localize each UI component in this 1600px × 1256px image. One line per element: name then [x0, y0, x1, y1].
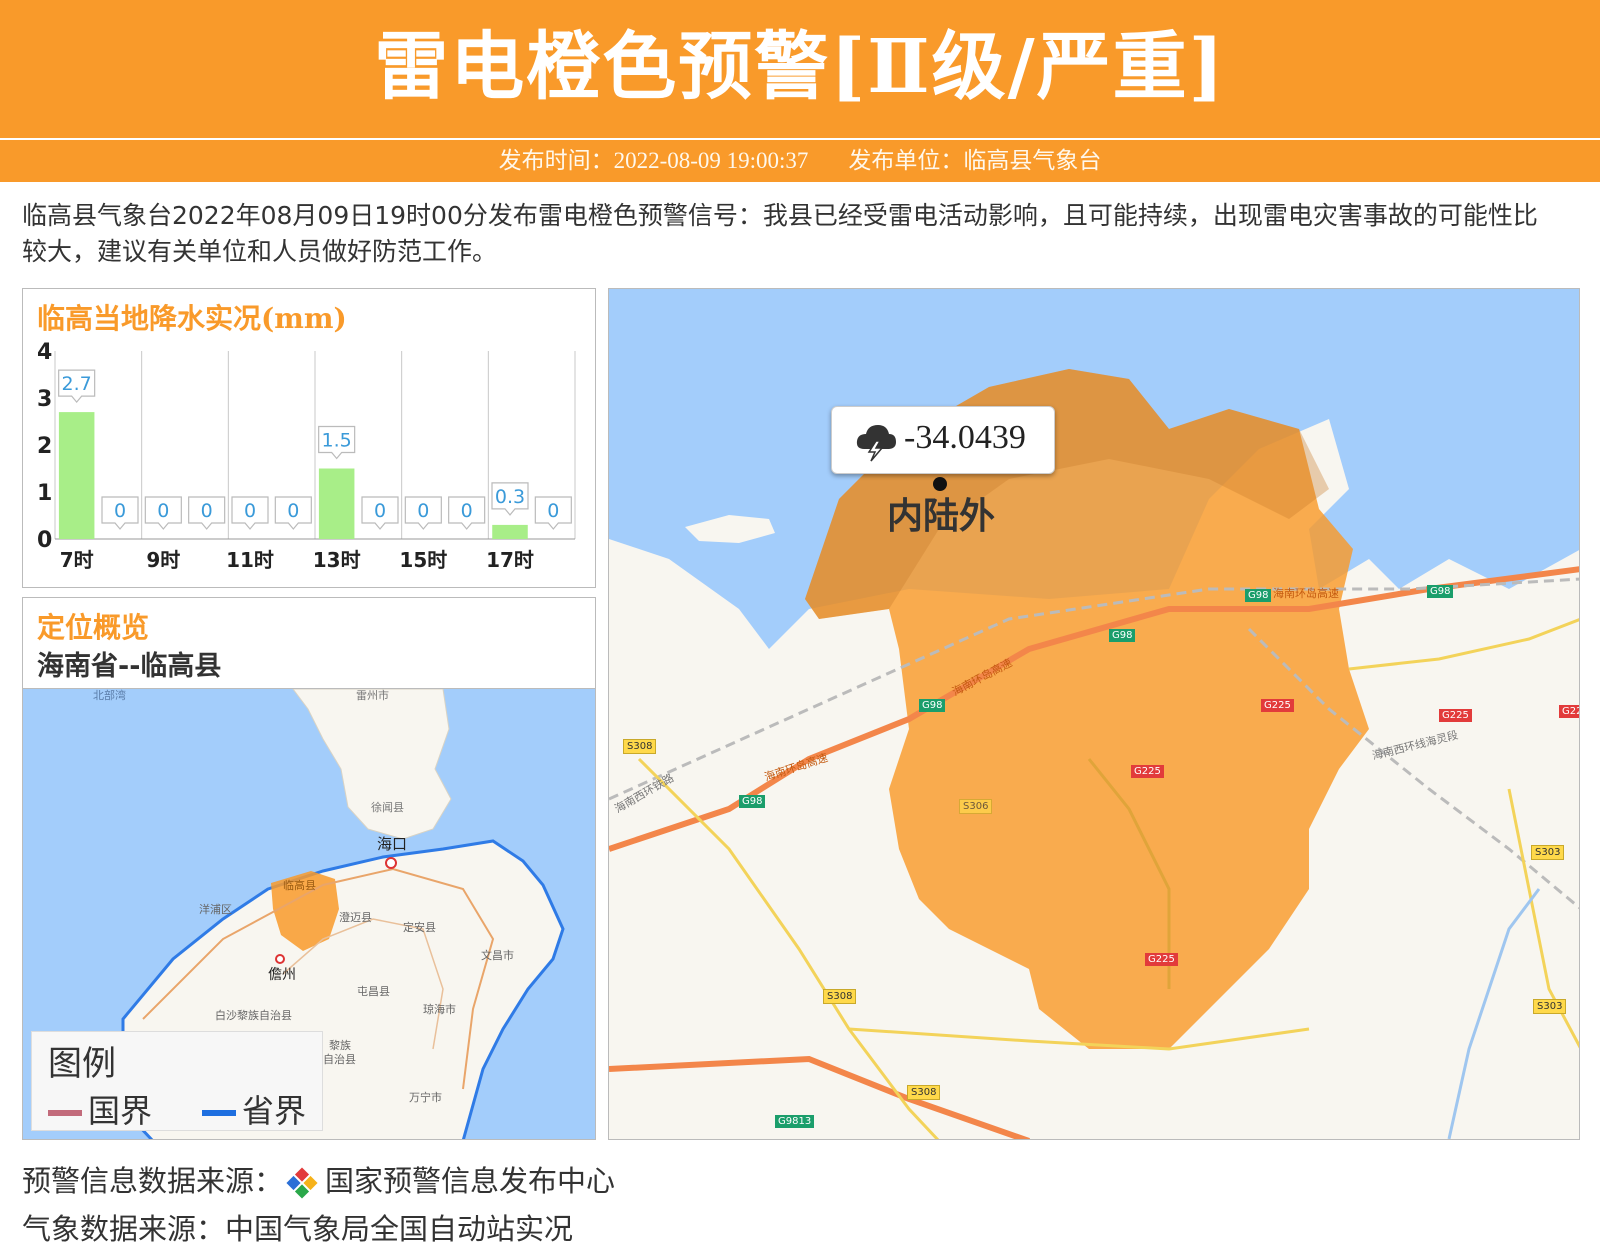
y-tick-label: 2 — [37, 434, 52, 459]
label-tunchang: 屯昌县 — [357, 985, 390, 998]
shield-g98-b: G98 — [1109, 629, 1136, 642]
warning-description: 临高县气象台2022年08月09日19时00分发布雷电橙色预警信号：我县已经受雷… — [22, 201, 1538, 266]
x-tick-label: 9时 — [146, 548, 180, 572]
data-label: 0 — [114, 500, 126, 522]
warning-center-logo-icon — [286, 1167, 318, 1199]
shield-s303-a: S303 — [1531, 845, 1565, 860]
road-labels: G98 G98 G98 G98 G98 G225 G225 G225 G225 … — [609, 289, 1579, 1139]
provincial-border-swatch — [202, 1110, 236, 1116]
overview-map[interactable]: 北部湾 雷州市 徐闻县 海口 临高县 澄迈县 定安县 文昌市 洋浦区 儋州 屯昌… — [22, 688, 596, 1140]
label-yangpu: 洋浦区 — [199, 902, 232, 916]
bar — [492, 524, 528, 539]
data-label: 0 — [157, 500, 169, 522]
page-title: 雷电橙色预警[Ⅱ级/严重] — [374, 24, 1226, 110]
data-label: 0 — [374, 500, 386, 522]
shield-g225-b: G225 — [1131, 765, 1164, 778]
legend-provincial-label: 省界 — [242, 1092, 307, 1130]
header-banner: 雷电橙色预警[Ⅱ级/严重] — [0, 0, 1600, 138]
location-place: 海南省--临高县 — [37, 651, 222, 682]
label-wanning: 万宁市 — [409, 1090, 442, 1104]
data-label: 2.7 — [62, 373, 92, 395]
data-label: 0 — [201, 500, 213, 522]
x-tick-label: 7时 — [60, 548, 94, 572]
shield-s308-a: S308 — [623, 739, 657, 754]
shield-g225-e: G22 — [1559, 705, 1579, 718]
precipitation-chart-panel: 临高当地降水实况(mm) 0 1 2 3 4 2.7 0 0 0 0 0 1.5 0 0 0 0.3 0 7时 9时… — [22, 288, 596, 588]
label-dingan: 定安县 — [403, 920, 436, 934]
footer-source-2: 气象数据来源：中国气象局全国自动站实况 — [22, 1212, 574, 1246]
x-tick-label: 13时 — [313, 548, 361, 572]
footer-source-1: 预警信息数据来源： 国家预警信息发布中心 — [22, 1158, 615, 1200]
data-label: 0 — [244, 500, 256, 522]
main-map[interactable]: G98 G98 G98 G98 G98 G225 G225 G225 G225 … — [608, 288, 1580, 1140]
shield-s303-b: S303 — [1533, 999, 1567, 1014]
y-tick-label: 1 — [37, 481, 52, 506]
region-label: 内陆外 — [887, 496, 996, 537]
data-label: 0.3 — [495, 486, 525, 508]
label-beibuwan: 北部湾 — [93, 689, 126, 702]
label-chengmai: 澄迈县 — [339, 910, 372, 924]
map-legend: 图例 国界 省界 — [31, 1031, 323, 1131]
location-panel: 定位概览 海南省--临高县 — [22, 597, 596, 689]
shield-g98-d: G98 — [739, 795, 766, 808]
road-name-5: 海南西环线海灵段 — [1370, 728, 1460, 763]
value-callout[interactable]: -34.0439 — [831, 406, 1055, 474]
shield-g98-a: G98 — [1245, 589, 1272, 602]
label-danzhou: 儋州 — [268, 967, 296, 983]
y-tick-label: 4 — [37, 340, 52, 365]
shield-g225-d: G225 — [1439, 709, 1472, 722]
road-name-3: 海南环岛高速 — [1273, 587, 1339, 600]
legend-provincial: 省界 — [202, 1086, 306, 1132]
callout-value: -34.0439 — [904, 419, 1026, 456]
road-name-2: 海南环岛高速 — [950, 656, 1015, 699]
x-tick-label: 17时 — [486, 548, 534, 572]
shield-g9813: G9813 — [775, 1115, 815, 1128]
publish-info-bar: 发布时间：2022-08-09 19:00:37 发布单位：临高县气象台 — [0, 140, 1600, 182]
shield-g225-a: G225 — [1261, 699, 1294, 712]
label-qiongzhong: 黎族 — [329, 1038, 351, 1052]
legend-national-label: 国界 — [88, 1092, 153, 1130]
label-xuwen: 徐闻县 — [371, 800, 404, 814]
national-border-swatch — [48, 1110, 82, 1116]
shield-s308-c: S308 — [907, 1085, 941, 1100]
precipitation-chart: 0 1 2 3 4 2.7 0 0 0 0 0 1.5 0 0 0 0.3 0 7时 9时 11时 13时 15时 17时 — [37, 340, 576, 572]
road-name-4: 海南西环铁路 — [612, 771, 677, 816]
x-tick-label: 15时 — [399, 548, 447, 572]
label-qiongzhong2: 自治县 — [323, 1052, 356, 1066]
label-leizhou: 雷州市 — [356, 689, 389, 702]
source1-name: 国家预警信息发布中心 — [325, 1164, 616, 1198]
shield-g98-c: G98 — [919, 699, 946, 712]
bar — [318, 468, 355, 539]
road-name-1: 海南环岛高速 — [762, 751, 830, 784]
data-label: 1.5 — [322, 430, 352, 452]
shield-s308-b: S308 — [823, 989, 857, 1004]
legend-title: 图例 — [48, 1044, 116, 1084]
label-baisha: 白沙黎族自治县 — [215, 1008, 292, 1022]
thunderstorm-icon — [856, 425, 896, 462]
bar — [58, 412, 95, 539]
data-label: 0 — [547, 500, 559, 522]
label-haikou: 海口 — [377, 835, 407, 853]
source1-label: 预警信息数据来源： — [22, 1164, 284, 1198]
y-tick-label: 0 — [37, 528, 52, 553]
y-tick-label: 3 — [37, 387, 52, 412]
data-label: 0 — [461, 500, 473, 522]
publisher: 发布单位：临高县气象台 — [848, 148, 1102, 173]
shield-g98-e: G98 — [1427, 585, 1454, 598]
shield-s306: S306 — [959, 799, 993, 814]
location-title: 定位概览 — [37, 611, 150, 644]
data-label: 0 — [417, 500, 429, 522]
publish-time: 发布时间：2022-08-09 19:00:37 — [498, 148, 809, 173]
shield-g225-c: G225 — [1145, 953, 1178, 966]
x-tick-label: 11时 — [226, 548, 274, 572]
data-label: 0 — [287, 500, 299, 522]
legend-national: 国界 — [48, 1086, 152, 1132]
label-qionghai: 琼海市 — [423, 1002, 456, 1016]
label-lingao: 临高县 — [283, 878, 316, 892]
label-wenchang: 文昌市 — [481, 948, 514, 962]
